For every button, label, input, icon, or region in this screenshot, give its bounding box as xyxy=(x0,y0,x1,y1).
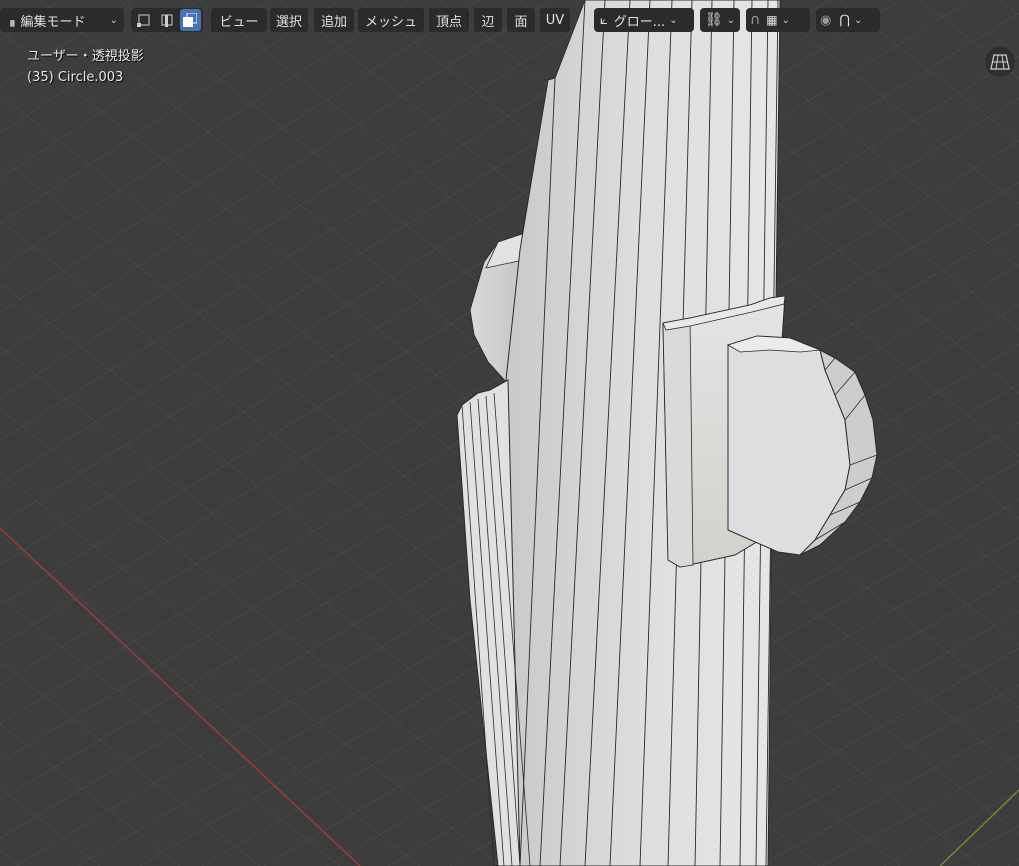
select-mode-group xyxy=(131,8,203,32)
chevron-down-icon: ⌄ xyxy=(781,14,790,26)
chevron-down-icon: ⌄ xyxy=(854,14,863,26)
chevron-down-icon: ⌄ xyxy=(669,14,678,26)
menu-vertex[interactable]: 頂点 xyxy=(429,8,469,32)
axes-icon: ⟀ xyxy=(600,12,608,28)
3d-viewport[interactable]: ▗ 編集モード ⌄ ビュー 選択 追加 メッシュ 頂点辺面 UV ⟀ グロー... ⌄ ⛓… xyxy=(0,0,1019,866)
menu-edge[interactable]: 辺 xyxy=(474,8,502,32)
menu-add[interactable]: 追加 xyxy=(314,8,354,32)
menu-face[interactable]: 面 xyxy=(507,8,535,32)
edit-mode-icon: ▗ xyxy=(6,13,15,27)
grid-line xyxy=(0,723,181,866)
snap-group: ∩ ▦ ⌄ xyxy=(746,8,810,32)
grid-line xyxy=(945,825,1019,866)
vertex-select-icon[interactable] xyxy=(133,9,154,31)
face-select-icon[interactable] xyxy=(179,9,201,31)
chevron-down-icon: ⌄ xyxy=(109,14,118,26)
view-perspective-label: ユーザー・透視投影 xyxy=(27,49,144,64)
grid-line xyxy=(0,0,271,180)
viewport-scene[interactable] xyxy=(0,0,1019,866)
mesh-band-front xyxy=(662,317,694,568)
proportional-edit-group: ◉ ⋂ ⌄ xyxy=(816,8,880,32)
transform-orientation-label: グロー... xyxy=(613,14,666,30)
falloff-curve-icon[interactable]: ⋂ xyxy=(839,13,850,28)
grid-view-icon[interactable] xyxy=(985,47,1015,77)
link-icon: ⛓ xyxy=(705,12,723,28)
menu-uv[interactable]: UV xyxy=(540,8,570,32)
proportional-edit-icon[interactable]: ◉ xyxy=(820,13,831,28)
menu-view[interactable]: ビュー xyxy=(211,8,267,32)
active-object-label: (35) Circle.003 xyxy=(27,70,124,85)
viewport-header: ▗ 編集モード ⌄ ビュー 選択 追加 メッシュ 頂点辺面 UV ⟀ グロー... ⌄ ⛓… xyxy=(0,4,1019,32)
grid-line xyxy=(1007,859,1019,866)
chevron-down-icon: ⌄ xyxy=(726,14,736,26)
transform-orientation-dropdown[interactable]: ⟀ グロー... ⌄ xyxy=(594,8,694,32)
snap-icon[interactable]: ∩ xyxy=(750,12,760,28)
grid-line xyxy=(919,0,1019,79)
grid-line xyxy=(0,849,21,866)
snap-target-icon[interactable]: ▦ xyxy=(766,13,777,27)
grid-line xyxy=(883,790,1019,866)
pivot-point-dropdown[interactable]: ⛓ ⌄ xyxy=(700,8,740,32)
mode-dropdown-label: 編集モード xyxy=(20,14,86,30)
mode-dropdown[interactable]: ▗ 編集モード ⌄ xyxy=(0,8,124,32)
x-axis-line xyxy=(0,527,361,866)
menu-select[interactable]: 選択 xyxy=(270,8,308,32)
grid-line xyxy=(0,471,501,866)
menu-mesh[interactable]: メッシュ xyxy=(358,8,424,32)
edge-select-icon[interactable] xyxy=(156,9,177,31)
